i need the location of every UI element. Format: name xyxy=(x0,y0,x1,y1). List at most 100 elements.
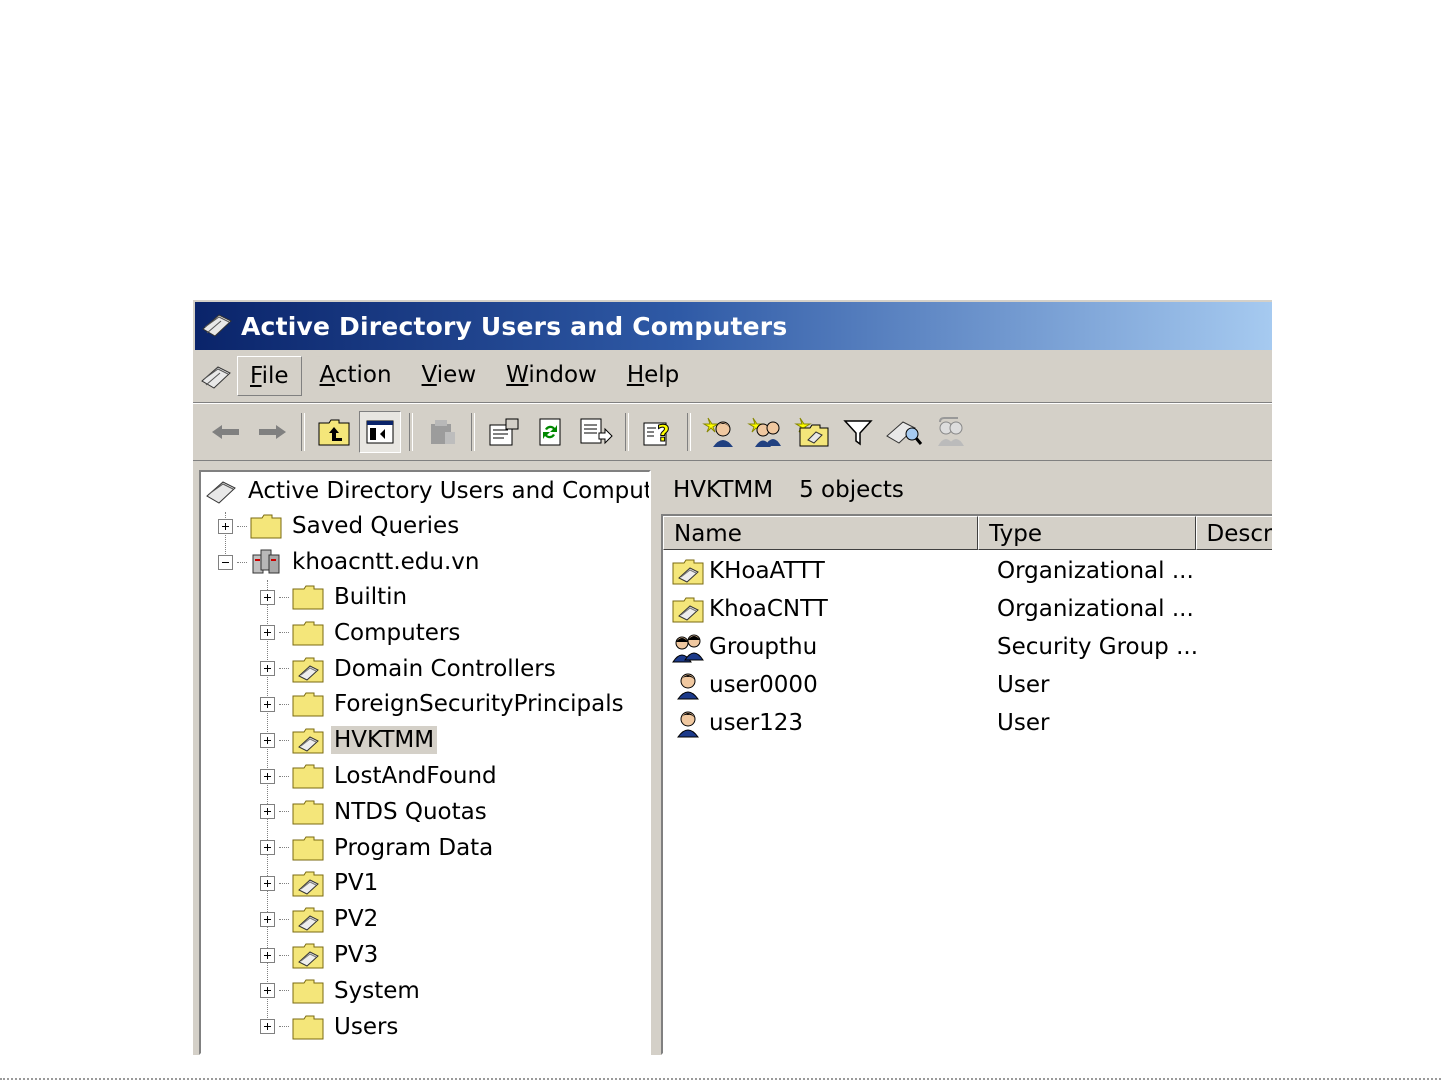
tree-root-label: Active Directory Users and Computer xyxy=(248,478,651,504)
forward-arrow-icon[interactable] xyxy=(251,411,293,453)
title-bar[interactable]: Active Directory Users and Computers xyxy=(195,302,1272,350)
folder-icon xyxy=(291,761,325,791)
refresh-icon[interactable] xyxy=(529,411,571,453)
tree-item-foreignsecurityprincipals[interactable]: ForeignSecurityPrincipals xyxy=(260,687,627,721)
export-list-icon[interactable] xyxy=(575,411,617,453)
tree-item-label: PV2 xyxy=(334,906,379,933)
menu-bar: File Action View Window Help xyxy=(193,350,1272,403)
up-folder-icon[interactable] xyxy=(313,411,355,453)
new-user-icon[interactable] xyxy=(699,411,741,453)
expand-icon[interactable] xyxy=(260,589,275,605)
expand-icon[interactable] xyxy=(218,518,233,534)
expand-icon[interactable] xyxy=(260,911,275,927)
tree-item-pv1[interactable]: PV1 xyxy=(260,866,381,900)
menu-view[interactable]: View xyxy=(410,356,489,396)
list-item-name: user0000 xyxy=(709,672,818,698)
folder-icon xyxy=(291,833,325,863)
list-item[interactable]: user123 User xyxy=(663,704,1272,742)
expand-icon[interactable] xyxy=(260,804,275,820)
tree-item-label: Builtin xyxy=(334,584,408,610)
tree-item-domain-controllers[interactable]: Domain Controllers xyxy=(260,652,559,686)
add-to-group-icon[interactable] xyxy=(929,411,971,453)
group-icon xyxy=(671,631,705,663)
list-item-type: Organizational ... xyxy=(997,596,1194,622)
aduc-icon xyxy=(205,476,239,506)
folder-icon xyxy=(291,1012,325,1042)
collapse-icon[interactable] xyxy=(218,554,233,570)
tree-item-label: NTDS Quotas xyxy=(334,798,487,825)
tree-item-lostandfound[interactable]: LostAndFound xyxy=(260,759,500,793)
tree-item-system[interactable]: System xyxy=(260,974,423,1008)
help-icon[interactable]: ? xyxy=(637,411,679,453)
list-item-name: KHoaATTT xyxy=(709,558,825,584)
folder-icon xyxy=(291,582,325,612)
tree-item-ntds-quotas[interactable]: NTDS Quotas xyxy=(260,795,490,829)
column-header-description[interactable]: Descr xyxy=(1195,516,1272,550)
details-object-count: 5 objects xyxy=(799,477,904,503)
tree-item-builtin[interactable]: Builtin xyxy=(260,580,410,614)
expand-icon[interactable] xyxy=(260,696,275,712)
expand-icon[interactable] xyxy=(260,768,275,784)
delete-icon[interactable] xyxy=(421,411,463,453)
toolbar-separator xyxy=(625,413,629,451)
ou-icon xyxy=(291,654,325,684)
user-icon xyxy=(671,707,705,739)
menu-window[interactable]: Window xyxy=(494,356,609,396)
details-container-name: HVKTMM xyxy=(673,477,774,503)
tree-item-saved-queries[interactable]: Saved Queries xyxy=(218,509,462,543)
domain-icon xyxy=(249,547,283,577)
new-group-icon[interactable] xyxy=(745,411,787,453)
list-item[interactable]: KHoaATTT Organizational ... xyxy=(663,552,1272,590)
tree-item-label: PV3 xyxy=(334,942,379,968)
column-header-type[interactable]: Type xyxy=(978,516,1196,550)
list-item-name: user123 xyxy=(709,710,804,736)
expand-icon[interactable] xyxy=(260,625,275,641)
list-item[interactable]: user0000 User xyxy=(663,666,1272,704)
ou-icon xyxy=(291,940,325,970)
tree-item-label: PV1 xyxy=(334,870,379,897)
console-tree: Active Directory Users and Computer Save… xyxy=(199,470,651,1055)
tree-root[interactable]: Active Directory Users and Computer xyxy=(205,474,651,508)
tree-item-computers[interactable]: Computers xyxy=(260,616,463,650)
tree-item-hvktmm[interactable]: HVKTMM xyxy=(260,723,438,757)
tree-item-domain[interactable]: khoacntt.edu.vn xyxy=(218,545,482,579)
window-title: Active Directory Users and Computers xyxy=(241,311,788,341)
menu-action[interactable]: Action xyxy=(308,356,404,396)
list-item-name: KhoaCNTT xyxy=(709,596,828,622)
show-hide-tree-icon[interactable] xyxy=(359,411,401,453)
find-icon[interactable] xyxy=(883,411,925,453)
back-arrow-icon[interactable] xyxy=(205,411,247,453)
expand-icon[interactable] xyxy=(260,732,275,748)
svg-text:?: ? xyxy=(657,422,670,447)
ou-icon xyxy=(291,904,325,934)
filter-icon[interactable] xyxy=(837,411,879,453)
expand-icon[interactable] xyxy=(260,661,275,677)
properties-icon[interactable] xyxy=(483,411,525,453)
ou-icon xyxy=(671,593,705,625)
new-ou-icon[interactable] xyxy=(791,411,833,453)
tree-item-pv3[interactable]: PV3 xyxy=(260,938,381,972)
tree-item-program-data[interactable]: Program Data xyxy=(260,831,496,865)
user-icon xyxy=(671,669,705,701)
menu-help[interactable]: Help xyxy=(615,356,691,396)
tree-item-pv2[interactable]: PV2 xyxy=(260,902,381,936)
console-icon[interactable] xyxy=(197,353,237,399)
expand-icon[interactable] xyxy=(260,1019,275,1035)
menu-file[interactable]: File xyxy=(237,356,302,396)
tree-item-users[interactable]: Users xyxy=(260,1010,401,1044)
column-header-name[interactable]: Name xyxy=(663,516,979,550)
list-item[interactable]: Groupthu Security Group ... xyxy=(663,628,1272,666)
tree-item-label: LostAndFound xyxy=(334,763,497,789)
expand-icon[interactable] xyxy=(260,947,275,963)
toolbar-separator xyxy=(471,413,475,451)
list-item[interactable]: KhoaCNTT Organizational ... xyxy=(663,590,1272,628)
list-item-name: Groupthu xyxy=(709,634,818,660)
expand-icon[interactable] xyxy=(260,875,275,891)
list-item-type: User xyxy=(997,672,1050,698)
tree-item-label: ForeignSecurityPrincipals xyxy=(334,691,624,718)
expand-icon[interactable] xyxy=(260,983,275,999)
adu-window: Active Directory Users and Computers Fil… xyxy=(191,298,1272,1055)
list-item-type: Organizational ... xyxy=(997,558,1194,584)
expand-icon[interactable] xyxy=(260,840,275,856)
column-headers: Name Type Descr xyxy=(663,516,1272,550)
